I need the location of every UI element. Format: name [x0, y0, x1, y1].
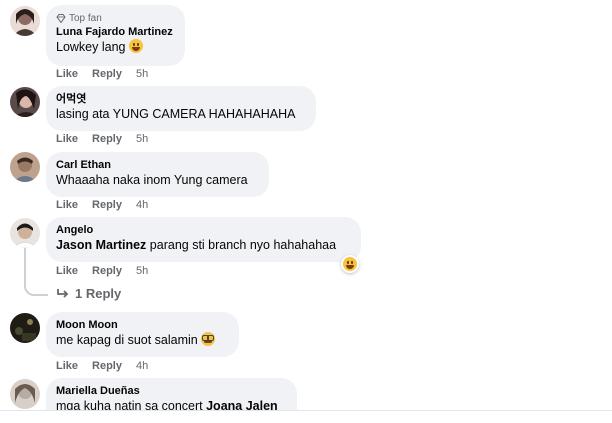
comment-timestamp[interactable]: 5h	[136, 132, 148, 146]
like-button[interactable]: Like	[56, 359, 78, 373]
avatar[interactable]	[10, 218, 40, 248]
avatar[interactable]	[10, 313, 40, 343]
diamond-icon	[56, 13, 66, 23]
mention-link[interactable]: Jason Martinez	[56, 238, 146, 252]
scroll-edge	[0, 410, 612, 423]
top-fan-badge: Top fan	[56, 11, 175, 25]
laughing-emoji-icon	[343, 257, 357, 271]
reply-thread-line	[24, 248, 48, 296]
avatar[interactable]	[10, 152, 40, 182]
badge-label: Top fan	[69, 12, 102, 24]
like-button[interactable]: Like	[56, 132, 78, 146]
comment-bubble: Angelo Jason Martinez parang sti branch …	[46, 217, 361, 262]
comment-bubble: Carl Ethan Whaaaha naka inom Yung camera	[46, 152, 269, 197]
avatar[interactable]	[10, 87, 40, 117]
replies-count: 1 Reply	[75, 286, 122, 301]
comment-bubble: 어먹엿 lasing ata YUNG CAMERA HAHAHAHAHA	[46, 86, 316, 131]
comment-body: parang sti branch nyo hahahahaa	[149, 238, 337, 252]
like-button[interactable]: Like	[56, 67, 78, 81]
comment-bubble: Moon Moon me kapag di suot salamin	[46, 312, 239, 357]
comment-text: Jason Martinez parang sti branch nyo hah…	[56, 237, 351, 254]
reply-arrow-icon	[57, 289, 69, 298]
reaction-badge[interactable]	[341, 255, 359, 273]
comment-author[interactable]: Carl Ethan	[56, 158, 259, 172]
reply-button[interactable]: Reply	[92, 132, 122, 146]
nerd-glasses-emoji-icon	[200, 332, 215, 346]
comment-timestamp[interactable]: 4h	[136, 359, 148, 373]
like-button[interactable]: Like	[56, 264, 78, 278]
comment-body: Whaaaha naka inom Yung camera	[56, 173, 248, 187]
avatar[interactable]	[10, 6, 40, 36]
comment-bubble: Top fan Luna Fajardo Martinez Lowkey lan…	[46, 5, 185, 66]
comment-author[interactable]: Moon Moon	[56, 318, 229, 332]
reply-button[interactable]: Reply	[92, 359, 122, 373]
comment-body: me kapag di suot salamin	[56, 333, 198, 347]
reply-button[interactable]: Reply	[92, 264, 122, 278]
comment-timestamp[interactable]: 5h	[136, 264, 148, 278]
comment-body: Lowkey lang	[56, 40, 126, 54]
comment-body: lasing ata YUNG CAMERA HAHAHAHAHA	[56, 107, 296, 121]
comment-timestamp[interactable]: 5h	[136, 67, 148, 81]
comment-author[interactable]: Angelo	[56, 223, 351, 237]
comment-author[interactable]: Luna Fajardo Martinez	[56, 25, 175, 39]
laughing-emoji-icon	[128, 39, 143, 53]
like-button[interactable]: Like	[56, 198, 78, 212]
avatar[interactable]	[10, 379, 40, 409]
comment-timestamp[interactable]: 4h	[136, 198, 148, 212]
comment-text: me kapag di suot salamin	[56, 332, 229, 349]
reply-button[interactable]: Reply	[92, 198, 122, 212]
comment-author[interactable]: 어먹엿	[56, 92, 306, 106]
view-replies-link[interactable]: 1 Reply	[56, 286, 121, 301]
comment-text: Lowkey lang	[56, 39, 175, 56]
comment-author[interactable]: Mariella Dueñas	[56, 384, 287, 398]
reply-button[interactable]: Reply	[92, 67, 122, 81]
